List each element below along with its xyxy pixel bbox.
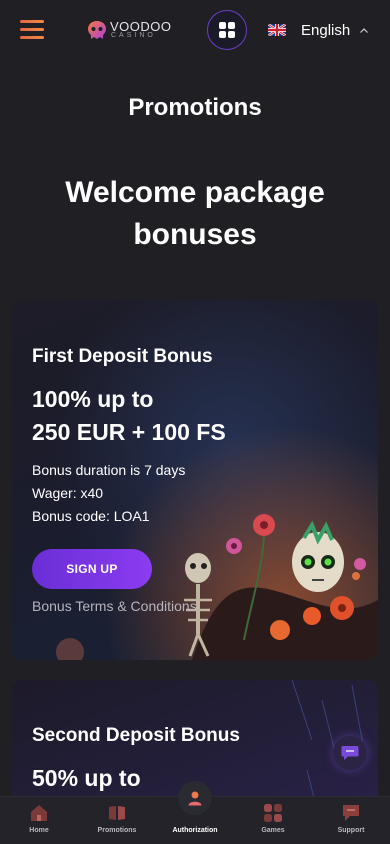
authorization-bubble[interactable] <box>178 781 212 815</box>
nav-label: Support <box>337 827 365 834</box>
games-grid-button[interactable] <box>207 10 247 50</box>
chat-button[interactable] <box>333 736 367 770</box>
chevron-up-icon <box>360 27 369 33</box>
bonus-wager: Wager: x40 <box>32 485 104 501</box>
top-header: VOODOO CASINO English <box>0 0 390 60</box>
bonus-amount-line1: 50% up to <box>32 765 141 791</box>
chat-icon <box>341 746 359 760</box>
nav-label: Authorization <box>172 827 218 834</box>
nav-games[interactable]: Games <box>258 797 288 844</box>
games-icon <box>264 804 282 822</box>
user-icon <box>188 791 202 806</box>
language-selector[interactable]: English <box>268 18 369 42</box>
nav-label: Home <box>29 827 49 834</box>
bonus-amount-line1: 100% up to <box>32 386 154 412</box>
bonus-duration: Bonus duration is 7 days <box>32 462 186 478</box>
uk-flag-icon <box>268 24 286 36</box>
support-icon <box>343 805 359 821</box>
bonus-title: First Deposit Bonus <box>32 346 213 367</box>
bonus-card-first: First Deposit Bonus 100% up to 250 EUR +… <box>12 300 378 660</box>
skull-logo-icon <box>88 21 106 39</box>
nav-home[interactable]: Home <box>24 797 54 844</box>
home-icon <box>31 805 47 821</box>
logo-subtext: CASINO <box>111 32 156 39</box>
bonus-title: Second Deposit Bonus <box>32 725 240 746</box>
grid-icon <box>219 22 235 38</box>
nav-support[interactable]: Support <box>335 797 367 844</box>
page-title: Promotions <box>128 94 262 121</box>
nav-label: Games <box>261 827 285 834</box>
bonus-amount-line2: 250 EUR + 100 FS <box>32 419 226 445</box>
sign-up-button[interactable]: SIGN UP <box>32 549 152 589</box>
bonus-code: Bonus code: LOA1 <box>32 508 150 524</box>
promotions-icon <box>109 806 125 820</box>
nav-promotions[interactable]: Promotions <box>93 797 141 844</box>
nav-label: Promotions <box>97 827 137 834</box>
section-title: Welcome package bonuses <box>65 176 325 251</box>
bonus-terms-link[interactable]: Bonus Terms & Conditions <box>32 598 197 614</box>
language-label: English <box>301 21 351 39</box>
menu-icon[interactable] <box>20 18 44 40</box>
logo[interactable]: VOODOO CASINO <box>86 17 176 43</box>
